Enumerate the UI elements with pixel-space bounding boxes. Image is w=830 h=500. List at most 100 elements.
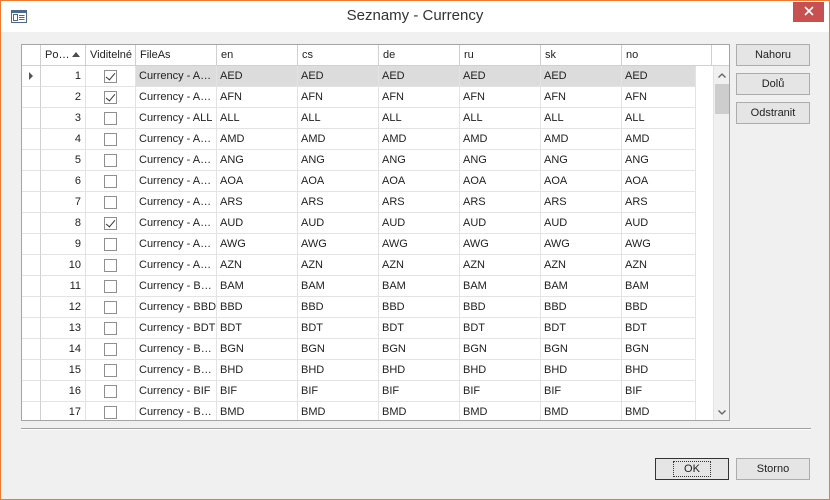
- cell-de[interactable]: ALL: [379, 108, 460, 129]
- cell-cs[interactable]: AMD: [298, 129, 379, 150]
- visible-checkbox[interactable]: [104, 258, 117, 272]
- cell-ru[interactable]: ARS: [460, 192, 541, 213]
- order-cell[interactable]: 10: [41, 255, 86, 276]
- table-row[interactable]: 14 Currency - B… BGN BGN BGN BGN BGN BGN: [22, 339, 714, 360]
- visible-cell[interactable]: [86, 339, 136, 360]
- fileas-cell[interactable]: Currency - A…: [136, 87, 217, 108]
- cell-ru[interactable]: BHD: [460, 360, 541, 381]
- order-cell[interactable]: 7: [41, 192, 86, 213]
- visible-checkbox[interactable]: [104, 237, 117, 251]
- row-indicator[interactable]: [22, 276, 41, 297]
- visible-checkbox[interactable]: [104, 90, 117, 104]
- cell-no[interactable]: ARS: [622, 192, 696, 213]
- cell-sk[interactable]: ALL: [541, 108, 622, 129]
- cell-ru[interactable]: BAM: [460, 276, 541, 297]
- cell-sk[interactable]: BAM: [541, 276, 622, 297]
- fileas-cell[interactable]: Currency - A…: [136, 234, 217, 255]
- cell-cs[interactable]: BIF: [298, 381, 379, 402]
- remove-button[interactable]: Odstranit: [736, 102, 810, 124]
- ok-button[interactable]: OK: [655, 458, 729, 480]
- close-button[interactable]: [793, 2, 824, 22]
- cell-no[interactable]: AWG: [622, 234, 696, 255]
- cell-sk[interactable]: BBD: [541, 297, 622, 318]
- cell-cs[interactable]: BDT: [298, 318, 379, 339]
- fileas-cell[interactable]: Currency - A…: [136, 150, 217, 171]
- cell-sk[interactable]: BHD: [541, 360, 622, 381]
- row-indicator[interactable]: [22, 318, 41, 339]
- currency-grid[interactable]: Po… Viditelné FileAs en cs de ru sk no 1…: [21, 44, 730, 421]
- fileas-cell[interactable]: Currency - ALL: [136, 108, 217, 129]
- row-indicator[interactable]: [22, 66, 41, 87]
- cell-en[interactable]: ANG: [217, 150, 298, 171]
- cell-ru[interactable]: BIF: [460, 381, 541, 402]
- row-indicator[interactable]: [22, 339, 41, 360]
- cell-ru[interactable]: AED: [460, 66, 541, 87]
- cell-de[interactable]: BAM: [379, 276, 460, 297]
- table-row[interactable]: 11 Currency - B… BAM BAM BAM BAM BAM BAM: [22, 276, 714, 297]
- cell-no[interactable]: BIF: [622, 381, 696, 402]
- cell-de[interactable]: ARS: [379, 192, 460, 213]
- visible-checkbox[interactable]: [104, 111, 117, 125]
- table-row[interactable]: 9 Currency - A… AWG AWG AWG AWG AWG AWG: [22, 234, 714, 255]
- cell-no[interactable]: AMD: [622, 129, 696, 150]
- fileas-cell[interactable]: Currency - B…: [136, 339, 217, 360]
- visible-checkbox[interactable]: [104, 363, 117, 377]
- order-cell[interactable]: 2: [41, 87, 86, 108]
- row-indicator[interactable]: [22, 381, 41, 402]
- order-cell[interactable]: 8: [41, 213, 86, 234]
- column-header-sk[interactable]: sk: [541, 45, 622, 66]
- column-header-visible[interactable]: Viditelné: [86, 45, 136, 66]
- cell-no[interactable]: AOA: [622, 171, 696, 192]
- cell-de[interactable]: AMD: [379, 129, 460, 150]
- cell-sk[interactable]: AOA: [541, 171, 622, 192]
- cell-en[interactable]: AOA: [217, 171, 298, 192]
- cell-de[interactable]: BMD: [379, 402, 460, 420]
- cell-de[interactable]: AUD: [379, 213, 460, 234]
- table-row[interactable]: 7 Currency - A… ARS ARS ARS ARS ARS ARS: [22, 192, 714, 213]
- cell-de[interactable]: BDT: [379, 318, 460, 339]
- visible-checkbox[interactable]: [104, 321, 117, 335]
- cell-ru[interactable]: ALL: [460, 108, 541, 129]
- cell-ru[interactable]: AFN: [460, 87, 541, 108]
- cell-no[interactable]: BBD: [622, 297, 696, 318]
- table-row[interactable]: 15 Currency - B… BHD BHD BHD BHD BHD BHD: [22, 360, 714, 381]
- table-row[interactable]: 5 Currency - A… ANG ANG ANG ANG ANG ANG: [22, 150, 714, 171]
- visible-checkbox[interactable]: [104, 132, 117, 146]
- cell-sk[interactable]: BIF: [541, 381, 622, 402]
- visible-checkbox[interactable]: [104, 342, 117, 356]
- cell-en[interactable]: AUD: [217, 213, 298, 234]
- table-row[interactable]: 17 Currency - B… BMD BMD BMD BMD BMD BMD: [22, 402, 714, 420]
- cancel-button[interactable]: Storno: [736, 458, 810, 480]
- cell-en[interactable]: ALL: [217, 108, 298, 129]
- order-cell[interactable]: 11: [41, 276, 86, 297]
- visible-cell[interactable]: [86, 66, 136, 87]
- cell-sk[interactable]: BGN: [541, 339, 622, 360]
- cell-cs[interactable]: BBD: [298, 297, 379, 318]
- cell-en[interactable]: BIF: [217, 381, 298, 402]
- cell-no[interactable]: AFN: [622, 87, 696, 108]
- visible-checkbox[interactable]: [104, 153, 117, 167]
- fileas-cell[interactable]: Currency - BDT: [136, 318, 217, 339]
- cell-sk[interactable]: AED: [541, 66, 622, 87]
- cell-de[interactable]: BHD: [379, 360, 460, 381]
- cell-no[interactable]: BMD: [622, 402, 696, 420]
- fileas-cell[interactable]: Currency - A…: [136, 66, 217, 87]
- column-header-ru[interactable]: ru: [460, 45, 541, 66]
- order-cell[interactable]: 3: [41, 108, 86, 129]
- cell-de[interactable]: ANG: [379, 150, 460, 171]
- visible-cell[interactable]: [86, 360, 136, 381]
- cell-en[interactable]: ARS: [217, 192, 298, 213]
- table-row[interactable]: 6 Currency - A… AOA AOA AOA AOA AOA AOA: [22, 171, 714, 192]
- cell-ru[interactable]: AOA: [460, 171, 541, 192]
- cell-en[interactable]: BBD: [217, 297, 298, 318]
- visible-checkbox[interactable]: [104, 69, 117, 83]
- cell-en[interactable]: BHD: [217, 360, 298, 381]
- row-indicator[interactable]: [22, 129, 41, 150]
- order-cell[interactable]: 15: [41, 360, 86, 381]
- row-indicator[interactable]: [22, 150, 41, 171]
- table-row[interactable]: 1 Currency - A… AED AED AED AED AED AED: [22, 66, 714, 87]
- table-row[interactable]: 8 Currency - A… AUD AUD AUD AUD AUD AUD: [22, 213, 714, 234]
- visible-cell[interactable]: [86, 108, 136, 129]
- order-cell[interactable]: 17: [41, 402, 86, 420]
- cell-cs[interactable]: BHD: [298, 360, 379, 381]
